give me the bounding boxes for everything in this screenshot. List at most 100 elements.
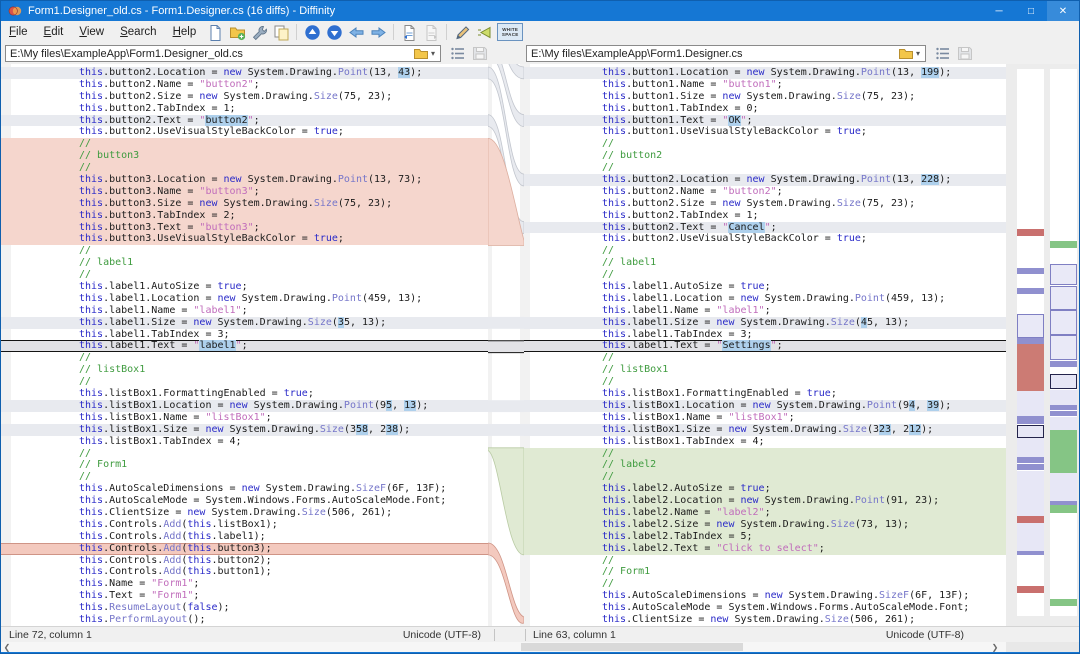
code-line[interactable]: this.listBox1.Location = new System.Draw…	[524, 400, 1006, 412]
close-button[interactable]: ✕	[1047, 1, 1079, 21]
code-line[interactable]: //	[524, 555, 1006, 567]
code-line[interactable]: //	[524, 269, 1006, 281]
left-save-icon[interactable]	[472, 46, 488, 61]
code-line[interactable]: this.button3.Size = new System.Drawing.S…	[1, 198, 488, 210]
new-file-icon[interactable]	[205, 23, 225, 41]
code-line[interactable]: //	[524, 138, 1006, 150]
whitespace-toggle-button[interactable]: WHITE SPACE	[497, 23, 523, 41]
code-line[interactable]: //	[1, 269, 488, 281]
code-line[interactable]: this.AutoScaleMode = System.Windows.Form…	[524, 602, 1006, 614]
menu-edit[interactable]: Edit	[36, 24, 72, 40]
code-line[interactable]: this.label2.Location = new System.Drawin…	[524, 495, 1006, 507]
code-line[interactable]: this.ClientSize = new System.Drawing.Siz…	[1, 507, 488, 519]
code-line[interactable]: this.button2.TabIndex = 1;	[1, 103, 488, 115]
code-line[interactable]: this.button3.Text = "button3";	[1, 222, 488, 234]
right-file-path-combobox[interactable]: ▾	[526, 45, 926, 62]
code-line[interactable]: this.AutoScaleDimensions = new System.Dr…	[1, 483, 488, 495]
code-line[interactable]: this.button1.Size = new System.Drawing.S…	[524, 91, 1006, 103]
code-line[interactable]: this.button2.Text = "Cancel";	[524, 222, 1006, 234]
code-line[interactable]: this.Controls.Add(this.button2);	[1, 555, 488, 567]
menu-help[interactable]: Help	[165, 24, 205, 40]
chevron-down-icon[interactable]: ▾	[428, 49, 438, 58]
code-line[interactable]: this.label1.Text = "label1";	[1, 340, 488, 352]
titlebar[interactable]: Form1.Designer_old.cs - Form1.Designer.c…	[1, 1, 1079, 21]
right-file-path-input[interactable]	[527, 48, 899, 60]
diff-minimap[interactable]	[1006, 64, 1080, 626]
code-line[interactable]: this.label2.TabIndex = 5;	[524, 531, 1006, 543]
code-line[interactable]: this.button3.Location = new System.Drawi…	[1, 174, 488, 186]
code-line[interactable]: this.label1.TabIndex = 3;	[524, 329, 1006, 341]
maximize-button[interactable]: □	[1015, 1, 1047, 21]
code-line[interactable]: //	[524, 162, 1006, 174]
code-line[interactable]: this.button2.Size = new System.Drawing.S…	[1, 91, 488, 103]
code-line[interactable]: this.label1.Name = "label1";	[524, 305, 1006, 317]
code-line[interactable]: //	[1, 376, 488, 388]
code-line[interactable]: this.button3.UseVisualStyleBackColor = t…	[1, 233, 488, 245]
folder-icon[interactable]	[414, 48, 428, 59]
code-line[interactable]: this.Controls.Add(this.listBox1);	[1, 519, 488, 531]
code-line[interactable]: this.button1.Location = new System.Drawi…	[524, 67, 1006, 79]
code-line[interactable]: this.listBox1.FormattingEnabled = true;	[1, 388, 488, 400]
code-line[interactable]: //	[524, 376, 1006, 388]
open-folder-icon[interactable]	[227, 23, 247, 41]
menu-search[interactable]: Search	[112, 24, 164, 40]
code-line[interactable]: this.Controls.Add(this.button3);	[1, 543, 488, 555]
code-line[interactable]: this.Controls.Add(this.button1);	[1, 566, 488, 578]
code-line[interactable]: this.listBox1.Location = new System.Draw…	[1, 400, 488, 412]
code-line[interactable]: this.ClientSize = new System.Drawing.Siz…	[524, 614, 1006, 626]
left-code-pane[interactable]: this.button2.Location = new System.Drawi…	[1, 64, 488, 626]
copy-file-left-icon[interactable]	[399, 23, 419, 41]
code-line[interactable]: this.label1.AutoSize = true;	[1, 281, 488, 293]
code-line[interactable]: this.label1.Location = new System.Drawin…	[524, 293, 1006, 305]
code-line[interactable]: this.label1.Text = "Settings";	[524, 340, 1006, 352]
code-line[interactable]: // label1	[524, 257, 1006, 269]
code-line[interactable]: // label2	[524, 459, 1006, 471]
code-line[interactable]: // button3	[1, 150, 488, 162]
code-line[interactable]: this.button2.UseVisualStyleBackColor = t…	[1, 126, 488, 138]
minimap-left-column[interactable]	[1017, 69, 1044, 616]
code-line[interactable]: //	[1, 352, 488, 364]
code-line[interactable]: //	[1, 162, 488, 174]
scroll-left-arrow-icon[interactable]: ❮	[1, 642, 13, 652]
code-line[interactable]: this.AutoScaleMode = System.Windows.Form…	[1, 495, 488, 507]
left-file-path-combobox[interactable]: ▾	[5, 45, 441, 62]
code-line[interactable]: this.button2.Text = "button2";	[1, 115, 488, 127]
code-line[interactable]: //	[1, 448, 488, 460]
code-line[interactable]: this.button3.Name = "button3";	[1, 186, 488, 198]
code-line[interactable]: this.label1.Name = "label1";	[1, 305, 488, 317]
code-line[interactable]: this.PerformLayout();	[1, 614, 488, 626]
code-line[interactable]: // listBox1	[1, 364, 488, 376]
menu-file[interactable]: File	[1, 24, 36, 40]
code-line[interactable]: //	[524, 471, 1006, 483]
code-line[interactable]: this.button2.Size = new System.Drawing.S…	[524, 198, 1006, 210]
code-line[interactable]: this.ResumeLayout(false);	[1, 602, 488, 614]
code-line[interactable]: this.button2.Location = new System.Drawi…	[524, 174, 1006, 186]
code-line[interactable]: this.listBox1.Name = "listBox1";	[524, 412, 1006, 424]
code-line[interactable]: //	[524, 448, 1006, 460]
code-line[interactable]: // label1	[1, 257, 488, 269]
code-line[interactable]: this.label1.Size = new System.Drawing.Si…	[524, 317, 1006, 329]
code-line[interactable]: this.button2.Name = "button2";	[1, 79, 488, 91]
code-line[interactable]: this.Name = "Form1";	[1, 578, 488, 590]
code-line[interactable]: //	[1, 138, 488, 150]
code-line[interactable]: //	[524, 245, 1006, 257]
code-line[interactable]: this.label1.TabIndex = 3;	[1, 329, 488, 341]
settings-wrench-icon[interactable]	[249, 23, 269, 41]
scroll-right-arrow-icon[interactable]: ❯	[989, 642, 1001, 652]
code-line[interactable]: this.listBox1.Size = new System.Drawing.…	[524, 424, 1006, 436]
copy-diff-icon[interactable]	[271, 23, 291, 41]
code-line[interactable]: this.button2.TabIndex = 1;	[524, 210, 1006, 222]
code-line[interactable]: this.button1.Name = "button1";	[524, 79, 1006, 91]
horizontal-scrollbar[interactable]: ❮ ❯	[1, 642, 1006, 652]
code-line[interactable]: this.Controls.Add(this.label1);	[1, 531, 488, 543]
code-line[interactable]: //	[524, 578, 1006, 590]
code-line[interactable]: this.button2.UseVisualStyleBackColor = t…	[524, 233, 1006, 245]
code-line[interactable]: //	[524, 352, 1006, 364]
code-line[interactable]: this.button2.Location = new System.Drawi…	[1, 67, 488, 79]
code-line[interactable]: this.label2.Size = new System.Drawing.Si…	[524, 519, 1006, 531]
code-line[interactable]: this.label2.Name = "label2";	[524, 507, 1006, 519]
code-line[interactable]: this.label2.AutoSize = true;	[524, 483, 1006, 495]
menu-view[interactable]: View	[71, 24, 112, 40]
code-line[interactable]: this.button1.UseVisualStyleBackColor = t…	[524, 126, 1006, 138]
merge-left-icon[interactable]	[346, 23, 366, 41]
